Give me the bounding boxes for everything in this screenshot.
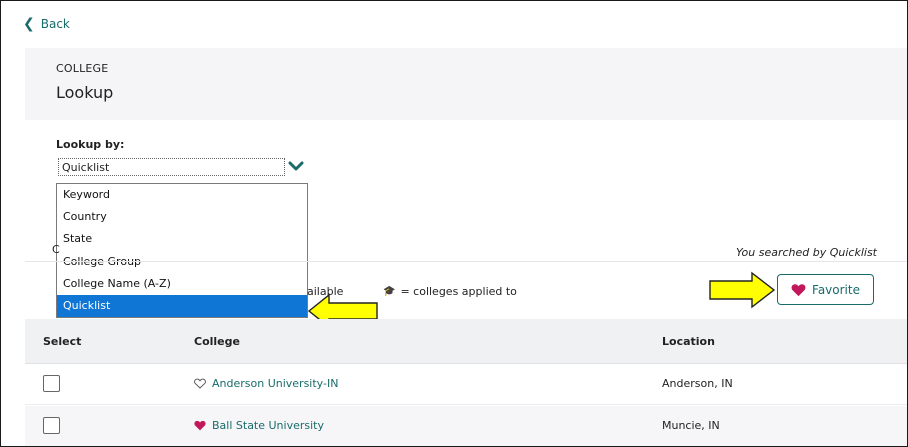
page-header: COLLEGE Lookup [25,48,907,120]
lookup-select[interactable]: Quicklist [58,158,285,176]
college-name: Ball State University [212,419,324,432]
page-title: Lookup [56,83,114,102]
callout-arrow-right-icon [709,271,776,309]
legend-applied: 🎓 = colleges applied to [383,285,517,298]
row-select-checkbox[interactable] [43,417,60,434]
chevron-left-icon: ❮ [23,16,35,32]
page-eyebrow: COLLEGE [56,62,109,75]
table-header-row: Select College Location [25,319,907,364]
back-link[interactable]: ❮ Back [23,17,70,31]
app-frame: ❮ Back COLLEGE Lookup Lookup by: Quickli… [0,0,908,447]
favorite-button[interactable]: Favorite [777,274,874,305]
college-location: Anderson, IN [662,377,733,390]
dropdown-option-quicklist[interactable]: Quicklist [57,294,307,318]
back-label: Back [40,17,70,31]
college-location: Muncie, IN [662,419,720,432]
favorite-label: Favorite [812,282,860,297]
college-link[interactable]: Ball State University [194,419,324,432]
column-header-location[interactable]: Location [662,335,715,348]
heart-filled-icon[interactable] [194,420,206,431]
row-select-checkbox[interactable] [43,375,60,392]
chevron-down-icon[interactable] [288,158,304,174]
lookup-dropdown-list: Keyword Country State College Group Coll… [56,183,308,318]
college-link[interactable]: Anderson University-IN [194,377,338,390]
lookup-by-label: Lookup by: [56,138,125,151]
dropdown-option-keyword[interactable]: Keyword [57,184,307,206]
top-bar [25,1,907,48]
heart-outline-icon[interactable] [194,378,206,389]
column-header-college[interactable]: College [194,335,240,348]
search-status: You searched by Quicklist [736,246,877,259]
dropdown-option-country[interactable]: Country [57,206,307,228]
table-row: Ball State University Muncie, IN [25,406,907,446]
heart-filled-icon [791,283,806,296]
graduation-cap-icon: 🎓 [383,286,396,297]
legend-applied-text: = colleges applied to [400,285,517,298]
divider [25,261,907,262]
obscured-text: C [52,243,60,256]
college-name: Anderson University-IN [212,377,339,390]
dropdown-option-college-name[interactable]: College Name (A-Z) [57,273,307,295]
table-row: Anderson University-IN Anderson, IN [25,364,907,405]
column-header-select: Select [43,335,82,348]
dropdown-option-state[interactable]: State [57,228,307,250]
